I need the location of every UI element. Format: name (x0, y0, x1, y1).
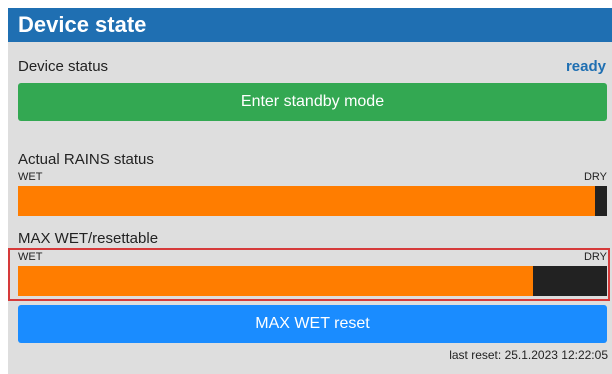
device-status-row: Device status ready (18, 56, 606, 76)
rains-scale-dry-label: DRY (583, 171, 607, 183)
max-wet-scale: WET DRY (18, 251, 607, 263)
max-wet-bar-fill (18, 266, 534, 296)
max-wet-scale-wet-label: WET (18, 251, 43, 263)
rains-status-bar (18, 186, 607, 216)
rains-status-bar-fill (18, 186, 596, 216)
last-reset-label: last reset: (449, 348, 502, 362)
device-status-label: Device status (18, 57, 109, 75)
rains-scale-wet-label: WET (18, 171, 43, 183)
enter-standby-button[interactable]: Enter standby mode (18, 83, 607, 121)
device-status-value: ready (565, 57, 606, 75)
max-wet-scale-dry-label: DRY (583, 251, 607, 263)
last-reset-timestamp: 25.1.2023 12:22:05 (504, 348, 608, 362)
max-wet-reset-button[interactable]: MAX WET reset (18, 305, 607, 343)
max-wet-bar (18, 266, 607, 296)
max-wet-title: MAX WET/resettable (18, 230, 159, 247)
device-state-panel: Device state Device status ready Enter s… (8, 8, 612, 374)
panel-title: Device state (8, 8, 612, 42)
rains-scale: WET DRY (18, 171, 607, 183)
rains-status-title: Actual RAINS status (18, 151, 154, 168)
last-reset-info: last reset: 25.1.2023 12:22:05 (449, 348, 608, 362)
